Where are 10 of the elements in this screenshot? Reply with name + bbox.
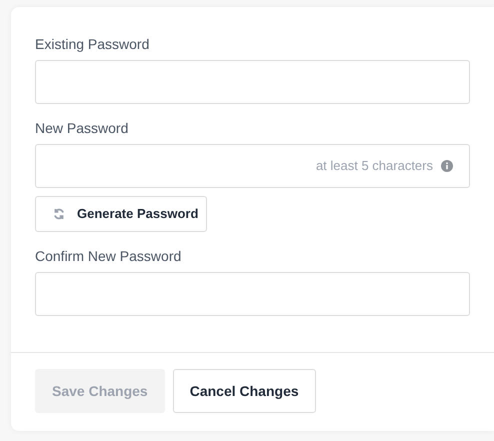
field-label: Existing Password: [35, 36, 150, 53]
refresh-icon: [53, 208, 65, 220]
field-label: New Password: [35, 120, 130, 137]
password-field[interactable]: [35, 60, 470, 104]
password-field[interactable]: [35, 272, 470, 316]
generate-password-button[interactable]: Generate Password: [35, 196, 207, 232]
field-label: Confirm New Password: [35, 248, 182, 265]
hint-text: at least 5 characters: [316, 157, 433, 176]
info-icon: [441, 160, 453, 172]
cancel-button[interactable]: Cancel Changes: [172, 369, 316, 413]
